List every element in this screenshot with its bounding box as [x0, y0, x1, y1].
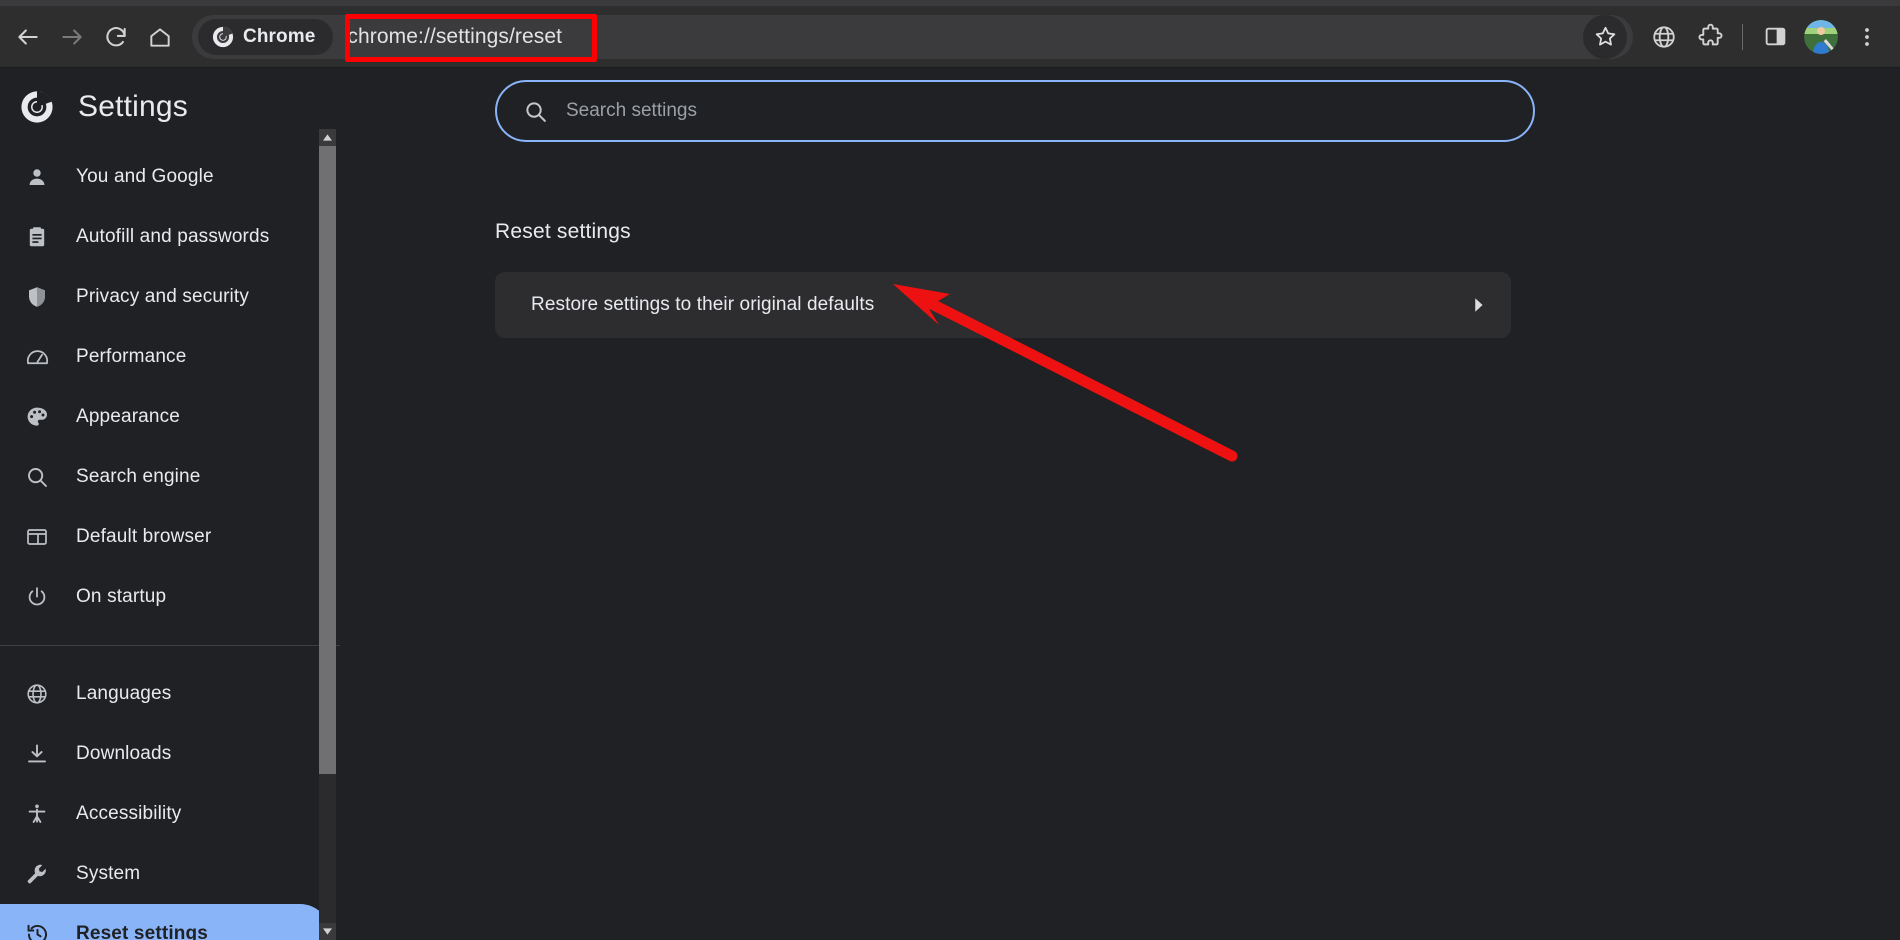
- chevron-down-icon: [323, 928, 332, 935]
- reload-icon: [106, 26, 126, 46]
- restore-defaults-label: Restore settings to their original defau…: [531, 294, 875, 315]
- scrollbar-thumb[interactable]: [319, 146, 336, 774]
- shield-icon: [24, 284, 50, 310]
- sidebar-item-label: Performance: [76, 346, 187, 367]
- wrench-icon: [24, 861, 50, 887]
- chevron-right-icon: [1475, 298, 1483, 312]
- search-icon: [24, 464, 50, 490]
- sidebar-item-downloads[interactable]: Downloads: [0, 724, 330, 784]
- accessibility-icon: [24, 801, 50, 827]
- sidebar-item-label: Accessibility: [76, 803, 182, 824]
- sidebar-item-label: Appearance: [76, 406, 180, 427]
- browser-window: Chrome chrome://settings/reset Settings …: [0, 0, 1900, 940]
- search-settings-box[interactable]: [495, 80, 1535, 142]
- sidebar-item-reset-settings[interactable]: Reset settings: [0, 904, 330, 940]
- page-title: Settings: [78, 90, 188, 123]
- sidebar-item-label: System: [76, 863, 141, 884]
- bookmark-star-button[interactable]: [1583, 14, 1627, 59]
- side-panel-button[interactable]: [1752, 14, 1798, 60]
- extensions-puzzle-icon: [1698, 23, 1722, 46]
- restore-defaults-row[interactable]: Restore settings to their original defau…: [495, 272, 1511, 338]
- sidebar-item-search-engine[interactable]: Search engine: [0, 447, 330, 507]
- url-field[interactable]: chrome://settings/reset: [333, 15, 1577, 59]
- sidebar-item-label: Default browser: [76, 526, 212, 547]
- sidebar-item-label: Languages: [76, 683, 172, 704]
- sidebar-item-label: Reset settings: [76, 923, 208, 940]
- translate-globe-button[interactable]: [1641, 14, 1687, 60]
- home-icon: [150, 27, 170, 47]
- person-icon: [24, 164, 50, 190]
- sidebar-item-appearance[interactable]: Appearance: [0, 387, 330, 447]
- sidebar-item-performance[interactable]: Performance: [0, 327, 330, 387]
- browser-toolbar: Chrome chrome://settings/reset: [0, 6, 1900, 68]
- sidebar-item-label: Privacy and security: [76, 286, 250, 307]
- avatar-image: [1804, 19, 1838, 54]
- toolbar-divider: [1742, 23, 1743, 50]
- avatar: [1804, 19, 1838, 54]
- speedometer-icon: [24, 344, 50, 370]
- sidebar-item-accessibility[interactable]: Accessibility: [0, 784, 330, 844]
- forward-arrow-icon: [62, 28, 82, 45]
- sidebar-item-label: Downloads: [76, 743, 172, 764]
- sidebar-item-system[interactable]: System: [0, 844, 330, 904]
- scroll-up-button[interactable]: [319, 129, 336, 146]
- sidebar-item-languages[interactable]: Languages: [0, 664, 330, 724]
- profile-button[interactable]: [1798, 14, 1844, 60]
- sidebar-item-on-startup[interactable]: On startup: [0, 567, 330, 627]
- sidebar-item-you-and-google[interactable]: You and Google: [0, 147, 330, 207]
- palette-icon: [24, 404, 50, 430]
- sidebar-item-privacy-and-security[interactable]: Privacy and security: [0, 267, 330, 327]
- extensions-button[interactable]: [1687, 14, 1733, 60]
- chevron-up-icon: [323, 134, 332, 141]
- globe-icon: [1653, 25, 1675, 48]
- home-button[interactable]: [138, 15, 182, 59]
- download-icon: [24, 741, 50, 767]
- sidebar-item-label: On startup: [76, 586, 167, 607]
- sidebar-item-autofill-and-passwords[interactable]: Autofill and passwords: [0, 207, 330, 267]
- forward-button[interactable]: [50, 15, 94, 59]
- chrome-chip-label: Chrome: [243, 25, 316, 47]
- search-input[interactable]: [566, 100, 1466, 122]
- browser-window-icon: [24, 524, 50, 550]
- history-restore-icon: [24, 921, 50, 940]
- settings-page: Settings You and Google Autofill and pas…: [0, 69, 1900, 940]
- sidebar-scrollbar[interactable]: [319, 129, 336, 940]
- chrome-menu-button[interactable]: [1844, 14, 1890, 60]
- bookmark-star-icon: [1595, 26, 1615, 46]
- chrome-page-chip[interactable]: Chrome: [198, 18, 334, 55]
- sidebar-divider: [0, 645, 340, 646]
- chrome-logo-icon: [212, 26, 234, 47]
- sidebar-menu-group-1: You and Google Autofill and passwords Pr…: [0, 147, 340, 627]
- chrome-logo-icon: [21, 91, 53, 123]
- sidebar-menu-group-2: Languages Downloads Accessibility System…: [0, 664, 340, 940]
- url-text: chrome://settings/reset: [347, 24, 563, 48]
- sidebar-item-default-browser[interactable]: Default browser: [0, 507, 330, 567]
- three-dot-menu-icon: [1865, 27, 1869, 46]
- back-arrow-icon: [18, 28, 38, 45]
- section-title: Reset settings: [495, 220, 631, 243]
- search-icon: [526, 101, 546, 122]
- sidebar-item-label: You and Google: [76, 166, 214, 187]
- globe-icon: [24, 681, 50, 707]
- back-button[interactable]: [6, 15, 50, 59]
- reload-button[interactable]: [94, 15, 138, 59]
- clipboard-icon: [24, 224, 50, 250]
- settings-brand: Settings: [0, 69, 340, 131]
- power-icon: [24, 584, 50, 610]
- address-bar[interactable]: Chrome chrome://settings/reset: [192, 14, 1633, 59]
- sidebar-item-label: Search engine: [76, 466, 201, 487]
- sidebar-item-label: Autofill and passwords: [76, 226, 270, 247]
- settings-sidebar: Settings You and Google Autofill and pas…: [0, 69, 340, 940]
- settings-content: Reset settings Restore settings to their…: [340, 69, 1900, 940]
- side-panel-icon: [1765, 27, 1785, 46]
- scroll-down-button[interactable]: [319, 923, 336, 940]
